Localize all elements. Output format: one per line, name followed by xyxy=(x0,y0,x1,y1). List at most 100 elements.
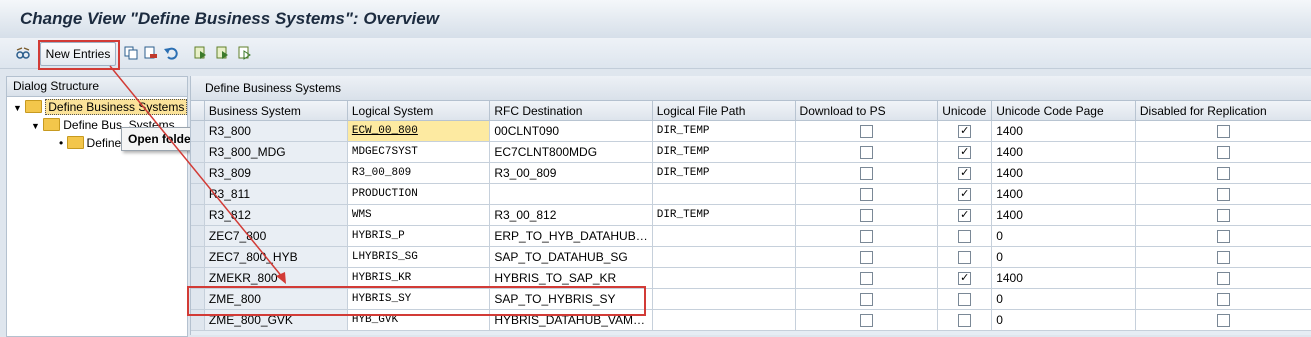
unicode-cell[interactable]: ✓ xyxy=(938,142,992,163)
checkbox[interactable] xyxy=(860,314,873,327)
unicode-code-page-cell[interactable]: 0 xyxy=(992,289,1136,310)
download-to-ps-cell[interactable] xyxy=(795,268,938,289)
column-header[interactable]: Unicode Code Page xyxy=(992,101,1136,121)
unicode-cell[interactable]: ✓ xyxy=(938,205,992,226)
expand-triangle-icon[interactable]: ▼ xyxy=(31,121,40,131)
row-selector[interactable] xyxy=(191,121,204,142)
disabled-for-replication-cell[interactable] xyxy=(1135,205,1311,226)
download-to-ps-cell[interactable] xyxy=(795,310,938,331)
unicode-cell[interactable] xyxy=(938,247,992,268)
column-header[interactable]: Logical System xyxy=(347,101,489,121)
rfc-destination-cell[interactable] xyxy=(490,184,652,205)
checkbox[interactable] xyxy=(958,293,971,306)
tree-item-define-business-systems[interactable]: ▼ Define Business Systems xyxy=(13,98,187,116)
column-header[interactable]: Logical File Path xyxy=(652,101,795,121)
unicode-code-page-cell[interactable]: 1400 xyxy=(992,268,1136,289)
unicode-cell[interactable]: ✓ xyxy=(938,163,992,184)
column-header[interactable]: Download to PS xyxy=(795,101,938,121)
logical-system-cell[interactable]: HYBRIS_KR xyxy=(347,268,489,289)
logical-system-cell[interactable]: WMS xyxy=(347,205,489,226)
checkbox[interactable] xyxy=(1217,146,1230,159)
download-to-ps-cell[interactable] xyxy=(795,142,938,163)
checkbox[interactable] xyxy=(1217,188,1230,201)
checkbox[interactable] xyxy=(1217,272,1230,285)
rfc-destination-cell[interactable]: R3_00_809 xyxy=(490,163,652,184)
download-to-ps-cell[interactable] xyxy=(795,289,938,310)
disabled-for-replication-cell[interactable] xyxy=(1135,289,1311,310)
row-selector[interactable] xyxy=(191,163,204,184)
column-header[interactable]: Disabled for Replication xyxy=(1135,101,1311,121)
rfc-destination-cell[interactable]: R3_00_812 xyxy=(490,205,652,226)
row-selector[interactable] xyxy=(191,289,204,310)
checkbox[interactable] xyxy=(1217,314,1230,327)
checkbox[interactable] xyxy=(1217,230,1230,243)
unicode-code-page-cell[interactable]: 1400 xyxy=(992,163,1136,184)
checkbox-checked[interactable]: ✓ xyxy=(958,146,971,159)
checkbox-checked[interactable]: ✓ xyxy=(958,209,971,222)
download-to-ps-cell[interactable] xyxy=(795,121,938,142)
glasses-icon[interactable] xyxy=(16,46,30,60)
checkbox[interactable] xyxy=(860,125,873,138)
disabled-for-replication-cell[interactable] xyxy=(1135,184,1311,205)
row-selector[interactable] xyxy=(191,184,204,205)
checkbox[interactable] xyxy=(958,251,971,264)
rfc-destination-cell[interactable]: HYBRIS_TO_SAP_KR xyxy=(490,268,652,289)
table-row[interactable]: R3_800 ECW_00_800 00CLNT090 DIR_TEMP ✓ 1400 xyxy=(191,121,1311,142)
table-row[interactable]: ZEC7_800_HYB LHYBRIS_SG SAP_TO_DATAHUB_SG 0 xyxy=(191,247,1311,268)
logical-file-path-cell[interactable] xyxy=(652,247,795,268)
checkbox[interactable] xyxy=(1217,293,1230,306)
checkbox-checked[interactable]: ✓ xyxy=(958,125,971,138)
logical-file-path-cell[interactable] xyxy=(652,310,795,331)
table-row[interactable]: ZEC7_800 HYBRIS_P ERP_TO_HYB_DATAHUB… 0 xyxy=(191,226,1311,247)
logical-system-cell[interactable]: MDGEC7SYST xyxy=(347,142,489,163)
rfc-destination-cell[interactable]: EC7CLNT800MDG xyxy=(490,142,652,163)
row-selector[interactable] xyxy=(191,310,204,331)
unicode-cell[interactable]: ✓ xyxy=(938,268,992,289)
logical-file-path-cell[interactable]: DIR_TEMP xyxy=(652,121,795,142)
unicode-code-page-cell[interactable]: 0 xyxy=(992,310,1136,331)
logical-file-path-cell[interactable]: DIR_TEMP xyxy=(652,205,795,226)
logical-file-path-cell[interactable] xyxy=(652,289,795,310)
unicode-code-page-cell[interactable]: 1400 xyxy=(992,121,1136,142)
row-selector[interactable] xyxy=(191,226,204,247)
logical-file-path-cell[interactable] xyxy=(652,226,795,247)
unicode-code-page-cell[interactable]: 1400 xyxy=(992,142,1136,163)
table-row[interactable]: ZMEKR_800 HYBRIS_KR HYBRIS_TO_SAP_KR ✓ 1400 xyxy=(191,268,1311,289)
disabled-for-replication-cell[interactable] xyxy=(1135,247,1311,268)
select-block-icon[interactable] xyxy=(216,46,230,60)
download-to-ps-cell[interactable] xyxy=(795,226,938,247)
table-row[interactable]: ZME_800 HYBRIS_SY SAP_TO_HYBRIS_SY 0 xyxy=(191,289,1311,310)
logical-file-path-cell[interactable] xyxy=(652,268,795,289)
logical-system-cell[interactable]: LHYBRIS_SG xyxy=(347,247,489,268)
rfc-destination-cell[interactable]: SAP_TO_HYBRIS_SY xyxy=(490,289,652,310)
checkbox-checked[interactable]: ✓ xyxy=(958,188,971,201)
table-row[interactable]: R3_800_MDG MDGEC7SYST EC7CLNT800MDG DIR_TEM… xyxy=(191,142,1311,163)
disabled-for-replication-cell[interactable] xyxy=(1135,268,1311,289)
deselect-icon[interactable] xyxy=(238,46,252,60)
checkbox[interactable] xyxy=(958,230,971,243)
select-all-icon[interactable] xyxy=(194,46,208,60)
new-entries-button[interactable]: New Entries xyxy=(40,42,116,66)
logical-system-cell[interactable]: R3_00_809 xyxy=(347,163,489,184)
row-selector[interactable] xyxy=(191,142,204,163)
checkbox[interactable] xyxy=(860,230,873,243)
unicode-cell[interactable]: ✓ xyxy=(938,121,992,142)
logical-system-cell[interactable]: ECW_00_800 xyxy=(347,121,489,142)
checkbox[interactable] xyxy=(1217,167,1230,180)
download-to-ps-cell[interactable] xyxy=(795,163,938,184)
undo-icon[interactable] xyxy=(164,46,178,60)
expand-triangle-icon[interactable]: ▼ xyxy=(13,103,22,113)
row-selector[interactable] xyxy=(191,268,204,289)
table-row[interactable]: R3_809 R3_00_809 R3_00_809 DIR_TEMP ✓ 1400 xyxy=(191,163,1311,184)
checkbox[interactable] xyxy=(1217,209,1230,222)
column-header[interactable]: Business System xyxy=(204,101,347,121)
checkbox[interactable] xyxy=(860,167,873,180)
checkbox[interactable] xyxy=(860,293,873,306)
download-to-ps-cell[interactable] xyxy=(795,184,938,205)
disabled-for-replication-cell[interactable] xyxy=(1135,226,1311,247)
unicode-code-page-cell[interactable]: 1400 xyxy=(992,205,1136,226)
unicode-code-page-cell[interactable]: 0 xyxy=(992,226,1136,247)
logical-file-path-cell[interactable]: DIR_TEMP xyxy=(652,142,795,163)
disabled-for-replication-cell[interactable] xyxy=(1135,163,1311,184)
rfc-destination-cell[interactable]: HYBRIS_DATAHUB_VAM… xyxy=(490,310,652,331)
